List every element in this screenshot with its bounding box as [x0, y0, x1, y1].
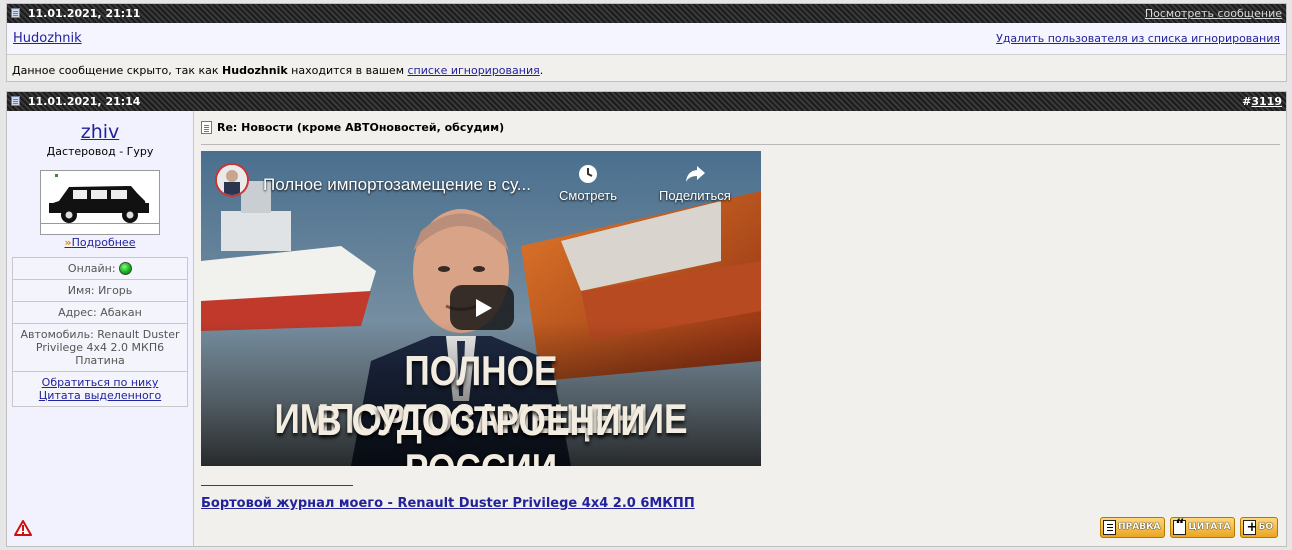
quote-selected-link[interactable]: Цитата выделенного: [39, 389, 161, 402]
play-button[interactable]: [450, 285, 514, 330]
online-status: Онлайн:: [13, 258, 187, 280]
share-button[interactable]: Поделиться: [659, 163, 731, 203]
notice-text: Данное сообщение скрыто, так как: [12, 64, 223, 77]
share-icon: [685, 166, 705, 182]
notice-text: находится в вашем: [287, 64, 408, 77]
post-icon: [11, 8, 20, 18]
multiquote-button[interactable]: БО: [1240, 517, 1278, 538]
user-sidebar: zhiv Дастеровод - Гуру »Подробнее Онлайн…: [7, 111, 194, 546]
remove-ignore-link[interactable]: Удалить пользователя из списка игнориров…: [996, 32, 1280, 45]
author-username-link[interactable]: zhiv: [7, 121, 193, 143]
user-name: Имя: Игорь: [13, 280, 187, 302]
post-title-text: Re: Новости (кроме АВТОновостей, обсудим…: [217, 121, 505, 134]
post-date: 11.01.2021, 21:14: [27, 95, 141, 108]
mention-user-link[interactable]: Обратиться по нику: [42, 376, 159, 389]
chevron-down-icon: »: [64, 236, 72, 249]
youtube-embed[interactable]: Полное импортозамещение в су... Смотреть…: [201, 151, 761, 466]
quote-icon: [1173, 516, 1187, 535]
post-number: #3119: [1242, 92, 1282, 111]
edit-icon: [1103, 520, 1117, 535]
notice-text: .: [539, 64, 544, 77]
ignored-user-row: Hudozhnik Удалить пользователя из списка…: [7, 23, 1286, 55]
edit-button[interactable]: ПРАВКА: [1100, 517, 1166, 538]
user-info-table: Онлайн: Имя: Игорь Адрес: Абакан Автомоб…: [12, 257, 188, 407]
user-title: Дастеровод - Гуру: [46, 145, 154, 158]
multiquote-icon: [1243, 518, 1257, 537]
post-header: 11.01.2021, 21:11 Посмотреть сообщение: [7, 4, 1286, 23]
watch-later-button[interactable]: Смотреть: [559, 163, 617, 203]
channel-logo-icon: [217, 165, 247, 195]
forum-post: 11.01.2021, 21:14 #3119 zhiv Дастеровод …: [6, 91, 1287, 547]
online-indicator-icon: [119, 262, 133, 275]
share-label: Поделиться: [659, 188, 731, 203]
post-number-prefix: #: [1242, 95, 1252, 108]
multiquote-button-label: БО: [1258, 522, 1273, 532]
quote-button-label: ЦИТАТА: [1188, 522, 1231, 532]
channel-avatar[interactable]: [215, 163, 249, 197]
signature-separator: [201, 485, 353, 486]
signature-link[interactable]: Бортовой журнал моего - Renault Duster P…: [201, 496, 695, 511]
ignored-username-link[interactable]: Hudozhnik: [13, 31, 82, 46]
notice-username: Hudozhnik: [222, 64, 288, 77]
avatar: [40, 170, 160, 235]
online-label: Онлайн:: [67, 262, 116, 275]
view-post-link[interactable]: Посмотреть сообщение: [1145, 7, 1282, 20]
user-details-label: Подробнее: [71, 236, 136, 249]
post-icon: [11, 96, 20, 106]
post-action-buttons: ПРАВКА ЦИТАТА БО: [1100, 516, 1278, 538]
user-details-link[interactable]: »Подробнее: [7, 236, 193, 249]
post-date: 11.01.2021, 21:11: [27, 7, 141, 20]
ignore-list-link[interactable]: списке игнорирования: [408, 64, 540, 77]
video-banner-line2: В СУДОСТРОЕНИИ РОССИИ: [316, 397, 646, 466]
user-car: Автомобиль: Renault Duster Privilege 4x4…: [13, 324, 187, 372]
user-actions: Обратиться по нику Цитата выделенного: [13, 372, 187, 406]
post-header: 11.01.2021, 21:14 #3119: [7, 92, 1286, 111]
report-warning-icon[interactable]: [14, 520, 32, 536]
hidden-message-notice: Данное сообщение скрыто, так как Hudozhn…: [7, 55, 1286, 86]
post-content: Re: Новости (кроме АВТОновостей, обсудим…: [201, 111, 1280, 546]
user-address: Адрес: Абакан: [13, 302, 187, 324]
video-title[interactable]: Полное импортозамещение в су...: [263, 175, 531, 195]
watch-later-label: Смотреть: [559, 188, 617, 203]
quote-button[interactable]: ЦИТАТА: [1170, 516, 1236, 538]
ignored-post: 11.01.2021, 21:11 Посмотреть сообщение H…: [6, 3, 1287, 82]
message-icon: [201, 121, 212, 134]
post-title: Re: Новости (кроме АВТОновостей, обсудим…: [201, 121, 1280, 145]
edit-button-label: ПРАВКА: [1118, 522, 1161, 532]
post-number-link[interactable]: 3119: [1251, 95, 1282, 108]
clock-icon: [578, 165, 597, 183]
car-avatar-icon: [41, 171, 159, 234]
